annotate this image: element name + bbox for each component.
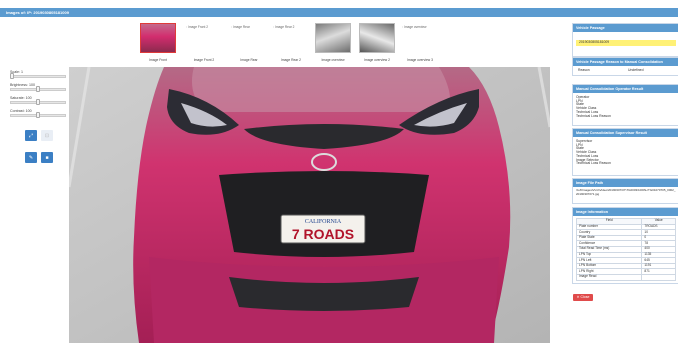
broken-image-placeholder[interactable]: Image Front 2 bbox=[186, 23, 222, 31]
vehicle-passage-panel: Vehicle Passage 2019030805181009 bbox=[572, 23, 678, 57]
thumbnail-caption: Image Front 2 bbox=[193, 58, 215, 62]
saturate-slider-handle[interactable] bbox=[36, 99, 40, 105]
image-controls: Scale: 1 Brightness: 100 Saturate: 100 C… bbox=[8, 68, 68, 120]
panel-title: Vehicle Passage Reason to Manual Consoli… bbox=[573, 58, 678, 66]
main-vehicle-image[interactable]: CALIFORNIA 7 ROADS bbox=[69, 67, 550, 343]
thumbnail-image-front[interactable]: Image Front bbox=[140, 23, 176, 63]
thumbnail-image-rear-2[interactable]: Image Rear 2 Image Rear 2 bbox=[273, 23, 309, 63]
zoom-reset-icon: ⊡ bbox=[44, 132, 50, 139]
file-path-value: \\LZIImages\VLG\Video\20190307\07\TG0003… bbox=[576, 188, 676, 196]
edit-button[interactable]: ✎ bbox=[25, 152, 37, 163]
scale-control: Scale: 1 bbox=[8, 68, 68, 81]
brightness-slider-handle[interactable] bbox=[36, 86, 40, 92]
thumbnail-image-front-2[interactable]: Image Front 2 Image Front 2 bbox=[186, 23, 222, 63]
broken-image-placeholder[interactable]: Image overview bbox=[402, 23, 438, 31]
supervisor-result-panel: Manual Consolidation Supervisor Result S… bbox=[572, 128, 678, 176]
broken-image-placeholder[interactable]: Image Rear 2 bbox=[273, 23, 309, 31]
reason-value: Undefined bbox=[628, 68, 644, 72]
panel-title: Image File Path bbox=[573, 179, 678, 187]
contrast-control: Contrast: 100 bbox=[8, 107, 68, 120]
plate-state-text: CALIFORNIA bbox=[305, 219, 342, 225]
contrast-slider-handle[interactable] bbox=[36, 112, 40, 118]
image-file-path-panel: Image File Path \\LZIImages\VLG\Video\20… bbox=[572, 178, 678, 204]
field-cell: Image Read bbox=[575, 273, 643, 281]
scale-slider-handle[interactable] bbox=[10, 73, 14, 79]
reason-label: Reason bbox=[578, 68, 590, 72]
brightness-control: Brightness: 100 bbox=[8, 81, 68, 94]
thumbnail-image-overview-2[interactable]: Image overview 2 bbox=[359, 23, 395, 63]
pencil-icon: ✎ bbox=[28, 154, 34, 161]
image-information-panel: Image Information Field Value Plate numb… bbox=[572, 207, 678, 284]
reset-zoom-button[interactable]: ⊡ bbox=[41, 130, 53, 141]
scale-slider-track[interactable] bbox=[10, 75, 66, 78]
panel-title: Image Information bbox=[573, 208, 678, 216]
window-title-bar: Images of: IP: 2019030805181009 bbox=[0, 8, 678, 17]
passage-id-value: 2019030805181009 bbox=[576, 40, 676, 46]
thumbnail-picture[interactable] bbox=[315, 23, 351, 53]
panel-title: Manual Consolidation Supervisor Result bbox=[573, 129, 678, 137]
manual-consolidation-reason-panel: Vehicle Passage Reason to Manual Consoli… bbox=[572, 57, 678, 76]
thumbnail-image-overview-3[interactable]: Image overview Image overview 3 bbox=[402, 23, 438, 63]
thumbnail-strip: Image Front Image Front 2 Image Front 2 … bbox=[138, 23, 446, 65]
panel-title: Manual Consolidation Operator Result bbox=[573, 85, 678, 93]
thumbnail-image-rear[interactable]: Image Rear Image Rear bbox=[231, 23, 267, 63]
thumbnail-caption: Image overview bbox=[321, 58, 345, 62]
technical-loss-reason-field: Technical Loss Reason bbox=[576, 113, 611, 118]
contrast-label: Contrast: 100 bbox=[10, 109, 32, 113]
image-info-table: Field Value Plate number 7ROADS Country 10… bbox=[575, 218, 676, 281]
fullscreen-button[interactable]: ⤢ bbox=[25, 130, 37, 141]
table-row: Image Read bbox=[575, 273, 676, 281]
value-cell bbox=[641, 273, 676, 281]
plate-number-text: 7 ROADS bbox=[292, 226, 354, 242]
saturate-control: Saturate: 100 bbox=[8, 94, 68, 107]
close-button[interactable]: ✕ Close bbox=[573, 294, 593, 301]
thumbnail-caption: Image overview 3 bbox=[407, 58, 433, 62]
saturate-label: Saturate: 100 bbox=[10, 96, 32, 100]
close-label: Close bbox=[580, 295, 590, 299]
operator-result-panel: Manual Consolidation Operator Result Ope… bbox=[572, 84, 678, 126]
panel-title: Vehicle Passage bbox=[573, 24, 678, 32]
thumbnail-caption: Image Front bbox=[149, 58, 167, 62]
window-title: Images of: IP: 2019030805181009 bbox=[6, 10, 69, 15]
broken-image-placeholder[interactable]: Image Rear bbox=[231, 23, 267, 31]
save-button[interactable]: ■ bbox=[41, 152, 53, 163]
thumbnail-picture[interactable] bbox=[140, 23, 176, 53]
thumbnail-picture[interactable] bbox=[359, 23, 395, 53]
technical-loss-reason-field: Technical Loss Reason bbox=[576, 161, 611, 166]
thumbnail-image-overview[interactable]: Image overview bbox=[315, 23, 351, 63]
brightness-label: Brightness: 100 bbox=[10, 83, 35, 87]
save-icon: ■ bbox=[45, 154, 49, 161]
expand-icon: ⤢ bbox=[28, 132, 33, 139]
vehicle-photo: CALIFORNIA 7 ROADS bbox=[69, 67, 550, 343]
